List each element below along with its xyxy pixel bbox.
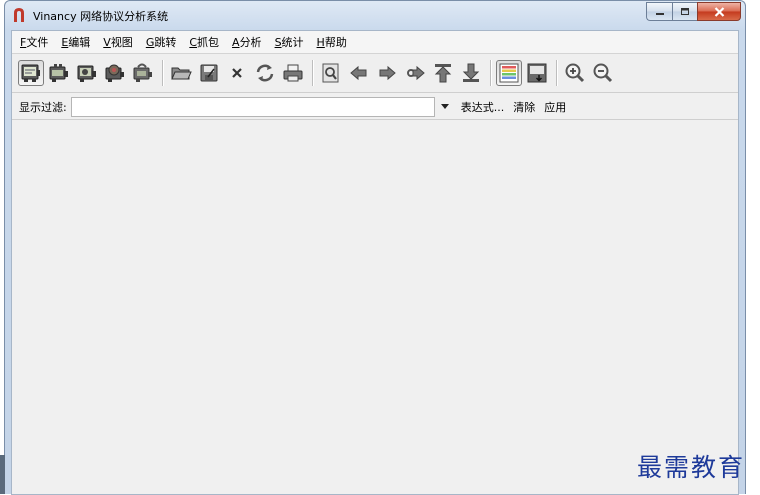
minimize-button[interactable] (646, 2, 672, 21)
close-file-icon (232, 68, 242, 78)
capture-stop-icon (105, 64, 124, 82)
title-bar[interactable]: Vinancy 网络协议分析系统 (5, 1, 745, 29)
go-forward-button[interactable] (374, 60, 400, 86)
zoom-in-button[interactable] (562, 60, 588, 86)
display-filter-input[interactable] (70, 96, 435, 117)
minimize-icon (655, 12, 664, 15)
zoom-out-button[interactable] (590, 60, 616, 86)
go-first-icon (434, 64, 452, 83)
menu-edit[interactable]: E编辑 (61, 34, 90, 50)
print-button[interactable] (280, 60, 306, 86)
display-filter-label: 显示过滤: (19, 100, 67, 114)
capture-options-icon (49, 64, 68, 82)
window-controls (646, 2, 741, 21)
save-file-icon (200, 64, 218, 82)
toolbar-separator (162, 60, 164, 86)
expression-button[interactable]: 表达式... (461, 99, 505, 115)
main-toolbar (12, 54, 738, 93)
colorize-button[interactable] (496, 60, 522, 86)
go-back-button[interactable] (346, 60, 372, 86)
menu-view[interactable]: V视图 (103, 34, 133, 50)
menu-go[interactable]: G跳转 (146, 34, 177, 50)
auto-scroll-button[interactable] (524, 60, 550, 86)
client-area: F文件 E编辑 V视图 G跳转 C抓包 A分析 S统计 H帮助 显示过滤: 表达… (11, 30, 739, 495)
go-forward-icon (379, 65, 396, 81)
go-last-button[interactable] (458, 60, 484, 86)
display-filter-bar: 显示过滤: 表达式... 清除 应用 (12, 94, 738, 120)
open-file-icon (171, 67, 192, 80)
capture-interfaces-button[interactable] (18, 60, 44, 86)
window-title: Vinancy 网络协议分析系统 (33, 10, 169, 23)
toolbar-separator (490, 60, 492, 86)
go-to-packet-button[interactable] (402, 60, 428, 86)
menu-analyze[interactable]: A分析 (232, 34, 262, 50)
main-window: Vinancy 网络协议分析系统 F文件 E编辑 V视图 G跳转 C抓包 A分析… (4, 0, 746, 495)
apply-button[interactable]: 应用 (544, 99, 566, 115)
go-first-button[interactable] (430, 60, 456, 86)
capture-restart-button[interactable] (130, 60, 156, 86)
reload-button[interactable] (252, 60, 278, 86)
menu-bar: F文件 E编辑 V视图 G跳转 C抓包 A分析 S统计 H帮助 (12, 31, 738, 54)
go-back-icon (350, 65, 367, 81)
print-icon (283, 64, 303, 82)
capture-start-button[interactable] (74, 60, 100, 86)
packet-list-area (12, 120, 738, 494)
go-last-icon (462, 63, 480, 82)
capture-stop-button[interactable] (102, 60, 128, 86)
find-packet-icon (322, 63, 339, 83)
find-packet-button[interactable] (318, 60, 344, 86)
capture-restart-icon (133, 63, 152, 82)
maximize-icon (681, 8, 689, 15)
menu-file[interactable]: F文件 (20, 34, 48, 50)
save-file-button[interactable] (196, 60, 222, 86)
menu-help[interactable]: H帮助 (317, 34, 347, 50)
reload-icon (256, 64, 274, 82)
zoom-in-icon (565, 63, 585, 83)
clear-button[interactable]: 清除 (513, 99, 535, 115)
colorize-icon (499, 63, 519, 83)
chevron-down-icon (440, 103, 449, 109)
capture-start-icon (77, 65, 96, 82)
menu-capture[interactable]: C抓包 (189, 34, 219, 50)
close-icon (714, 6, 724, 17)
toolbar-separator (556, 60, 558, 86)
open-file-button[interactable] (168, 60, 194, 86)
auto-scroll-icon (527, 63, 547, 83)
capture-interfaces-icon (21, 64, 40, 82)
taskbar-edge (0, 455, 5, 494)
maximize-button[interactable] (672, 2, 697, 21)
menu-statistics[interactable]: S统计 (275, 34, 304, 50)
watermark-text: 最需教育 (637, 453, 746, 482)
zoom-out-icon (593, 63, 613, 83)
close-button[interactable] (697, 2, 741, 21)
filter-dropdown-button[interactable] (440, 103, 449, 110)
close-file-button[interactable] (224, 60, 250, 86)
capture-options-button[interactable] (46, 60, 72, 86)
go-to-packet-icon (407, 65, 425, 81)
toolbar-separator (312, 60, 314, 86)
app-logo-icon (14, 8, 24, 22)
